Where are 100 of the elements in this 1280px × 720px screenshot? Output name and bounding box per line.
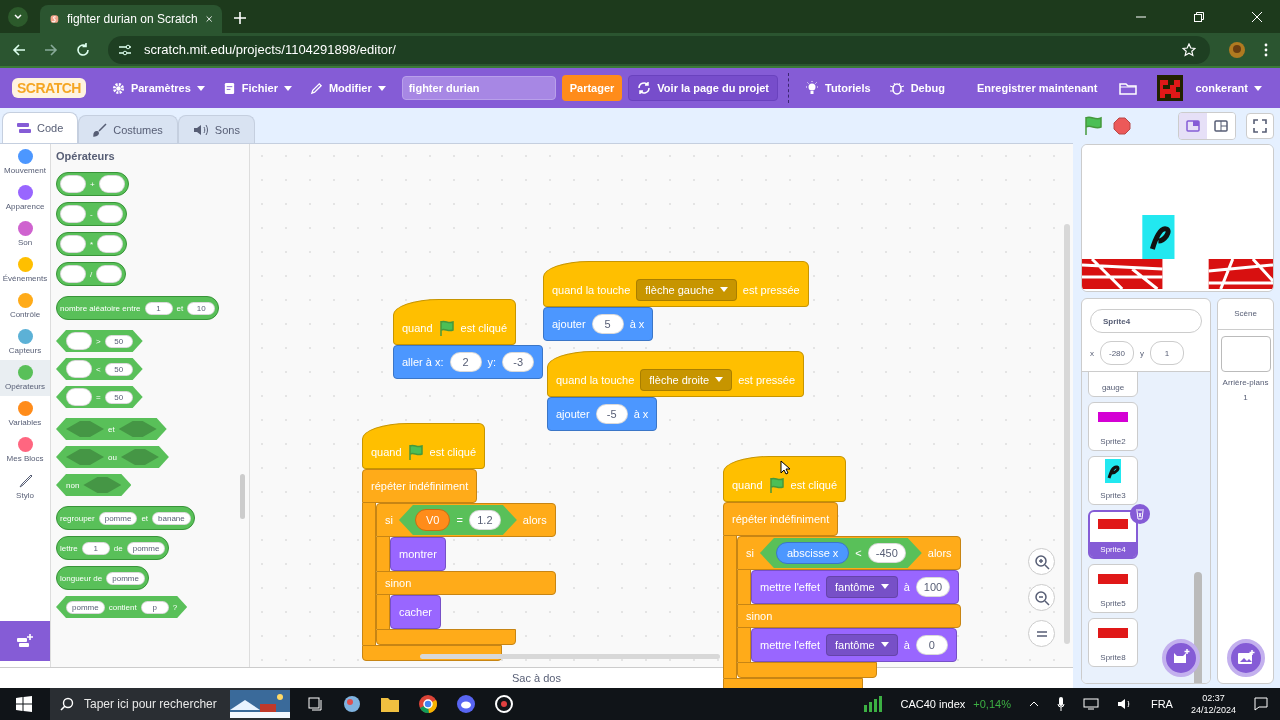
condition-block[interactable]: V0 = 1.2	[398, 505, 517, 535]
sprite-tile[interactable]: Sprite4	[1088, 510, 1138, 559]
browser-tab[interactable]: fighter durian on Scratch	[40, 5, 222, 33]
sprite-tile[interactable]: Sprite5	[1088, 564, 1138, 613]
reporter-block[interactable]: lettre 1 de pomme	[56, 536, 170, 560]
text-input[interactable]: pomme	[106, 571, 145, 585]
code-block[interactable]: aller à x: 2 y: -3	[393, 345, 544, 379]
number-input[interactable]: 50	[104, 334, 133, 348]
search-bar[interactable]: Taper ici pour rechercher	[50, 688, 290, 720]
number-input[interactable]: -450	[867, 543, 906, 563]
dropdown[interactable]: fantôme	[826, 634, 898, 656]
block-label: si	[746, 547, 754, 559]
menu-item[interactable]: Paramètres	[105, 75, 211, 101]
number-input[interactable]: 1	[81, 541, 110, 555]
sprite-tile[interactable]: Sprite3	[1088, 456, 1138, 505]
category-item[interactable]: Stylo	[0, 468, 50, 504]
text-input[interactable]: banane	[152, 511, 191, 525]
category-item[interactable]: Son	[0, 216, 50, 252]
editor-tab[interactable]: Code	[2, 112, 79, 143]
category-item[interactable]: Apparence	[0, 180, 50, 216]
code-block[interactable]: mettre l'effet fantôme à 0	[751, 628, 957, 662]
boolean-block[interactable]: = 50	[56, 386, 143, 408]
block-label: est pressée	[738, 374, 796, 386]
sprite-name: Sprite5	[1100, 599, 1126, 608]
boolean-block[interactable]: < 50	[56, 358, 143, 380]
reporter-block[interactable]: regrouper pomme et banane	[56, 506, 195, 530]
category-item[interactable]: Contrôle	[0, 288, 50, 324]
text-input[interactable]: p	[140, 600, 169, 614]
block-label: ajouter	[556, 408, 590, 420]
sprite-name-field[interactable]: Sprite4	[1090, 309, 1202, 333]
number-input[interactable]: 100	[915, 577, 951, 597]
menu-item[interactable]: Tutoriels	[799, 75, 877, 101]
c-block-header[interactable]: si abscisse x < -450 alors	[737, 536, 961, 570]
sprite-tile[interactable]: Sprite8	[1088, 618, 1138, 667]
category-item[interactable]: Capteurs	[0, 324, 50, 360]
block-label: et	[141, 513, 149, 523]
y-label: y	[1140, 348, 1144, 358]
number-input[interactable]: 10	[187, 301, 216, 315]
block-label: <	[96, 364, 101, 374]
reporter-block[interactable]: nombre aléatoire entre 1 et 10	[56, 296, 220, 320]
block-label: à x	[633, 408, 649, 420]
number-input[interactable]: -3	[502, 352, 535, 372]
x-field[interactable]: -280	[1100, 341, 1134, 365]
code-block[interactable]: cacher	[390, 595, 442, 629]
number-input[interactable]: 2	[449, 352, 482, 372]
number-input[interactable]: 1.2	[468, 510, 501, 530]
clock-time: 02:37	[1202, 692, 1225, 704]
y-field[interactable]: 1	[1150, 341, 1184, 365]
save-now-button[interactable]: Enregistrer maintenant	[971, 76, 1104, 100]
text-input[interactable]: pomme	[66, 600, 105, 614]
category-item[interactable]: Variables	[0, 396, 50, 432]
menu-item[interactable]: Debug	[882, 74, 951, 102]
number-input[interactable]: 5	[591, 314, 624, 334]
block-label: de	[113, 543, 123, 553]
number-input[interactable]: 50	[104, 390, 133, 404]
block-label: =	[96, 392, 101, 402]
tab-title: fighter durian on Scratch	[66, 12, 198, 26]
reporter-block[interactable]: longueur de pomme	[56, 566, 149, 590]
search-input[interactable]: Taper ici pour rechercher	[82, 696, 222, 712]
code-block[interactable]: ajouter 5 à x	[543, 307, 654, 341]
language-indicator[interactable]: FRA	[1150, 698, 1173, 710]
number-input[interactable]: 0	[915, 635, 948, 655]
block-label: répéter indéfiniment	[732, 513, 830, 525]
sprite-name: Sprite4	[1090, 542, 1136, 557]
code-block[interactable]: ajouter -5 à x	[547, 397, 658, 431]
editor-tab[interactable]: Costumes	[78, 115, 178, 143]
boolean-block[interactable]: pomme contient p ?	[56, 596, 188, 618]
user-menu[interactable]: conkerant	[1189, 76, 1268, 100]
code-block[interactable]: mettre l'effet fantôme à 100	[751, 570, 960, 604]
c-block-header[interactable]: si V0 = 1.2 alors	[376, 503, 556, 537]
sprite-tile[interactable]: gauge	[1088, 372, 1138, 397]
text-input[interactable]: pomme	[126, 541, 166, 555]
block-label: alors	[522, 514, 547, 526]
menu-item[interactable]: Fichier	[216, 75, 298, 101]
sprite-name: Sprite2	[1100, 437, 1126, 446]
text-input[interactable]: pomme	[98, 511, 138, 525]
address-bar[interactable]: scratch.mit.edu/projects/1104291898/editor/	[108, 35, 1210, 64]
block-label: à x	[629, 318, 645, 330]
dropdown[interactable]: fantôme	[826, 576, 898, 598]
category-item[interactable]: Mes Blocs	[0, 432, 50, 468]
sprite-tile[interactable]: Sprite2	[1088, 402, 1138, 451]
number-input[interactable]: 50	[104, 362, 133, 376]
condition-block[interactable]: abscisse x < -450	[759, 538, 922, 568]
ticker-name: CAC40 index	[900, 698, 966, 710]
block-label: sinon	[746, 610, 773, 622]
editor-tab[interactable]: Sons	[177, 115, 255, 143]
category-item[interactable]: Mouvement	[0, 144, 50, 180]
project-page-button[interactable]: Voir la page du projet	[628, 75, 778, 101]
boolean-block[interactable]: > 50	[56, 330, 143, 352]
stage-title: Scène	[1218, 299, 1273, 330]
block-label: est cliqué	[429, 446, 477, 458]
category-item[interactable]: Opérateurs	[0, 360, 50, 396]
code-block[interactable]: montrer	[390, 537, 446, 571]
block-label: regrouper	[60, 513, 95, 523]
block-label: quand	[402, 322, 433, 334]
category-item[interactable]: Événements	[0, 252, 50, 288]
backdrops-label: Arrière-plans	[1222, 378, 1269, 387]
number-input[interactable]: 1	[144, 301, 173, 315]
menu-item[interactable]: Modifier	[303, 75, 392, 101]
number-input[interactable]: -5	[595, 404, 628, 424]
